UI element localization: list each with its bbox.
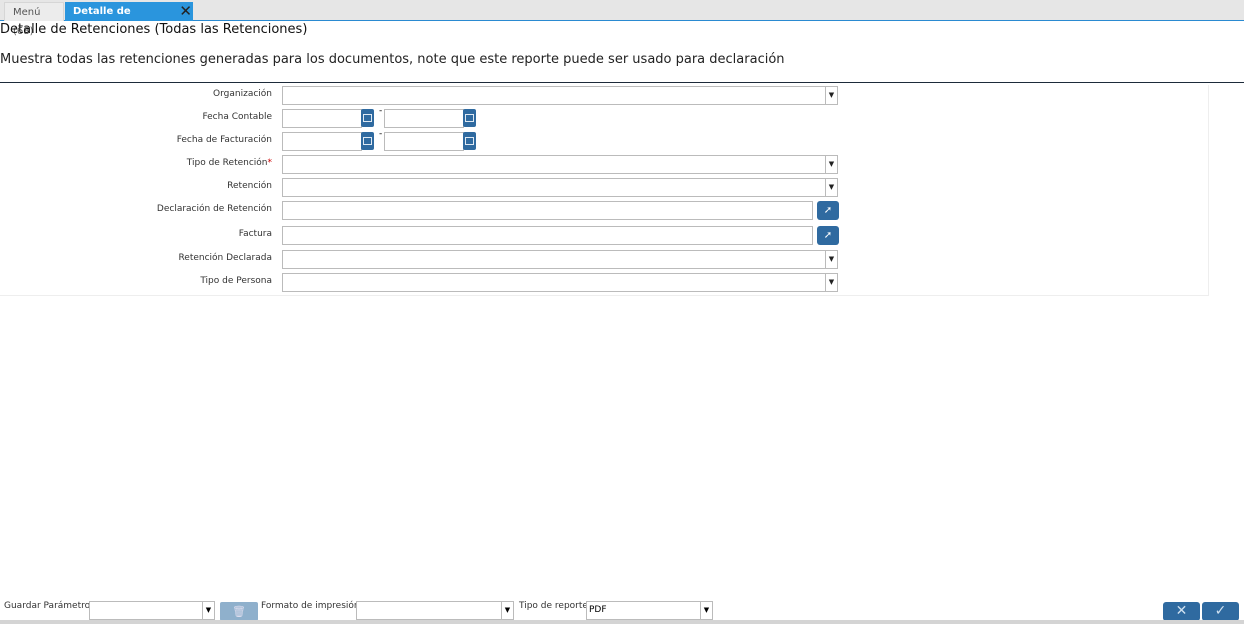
row-organizacion: Organización ▼ [0,86,1000,106]
formato-impresion-combo[interactable]: ▼ [356,601,514,620]
close-icon[interactable]: ✕ [179,2,192,21]
label-text: Tipo de Retención [186,158,268,168]
row-tipo-persona: Tipo de Persona ▼ [0,273,1000,293]
chevron-down-icon[interactable]: ▼ [700,602,712,619]
parameters-panel: Organización ▼ Fecha Contable - Fecha de… [0,85,1209,296]
check-icon: ✓ [1214,603,1227,619]
label-tipo-persona: Tipo de Persona [200,276,272,286]
search-lookup-icon[interactable]: ➚ [817,201,839,220]
retencion-combo[interactable]: ▼ [282,178,838,197]
fecha-facturacion-desde[interactable] [282,132,362,151]
label-tipo-retencion: Tipo de Retención* [187,158,272,168]
search-lookup-icon[interactable]: ➚ [817,226,839,245]
calendar-icon[interactable] [463,132,476,150]
factura-input[interactable] [282,226,813,245]
range-separator: - [379,129,383,139]
chevron-down-icon[interactable]: ▼ [825,156,837,173]
row-fecha-contable: Fecha Contable - [0,106,1000,129]
chevron-down-icon[interactable]: ▼ [825,251,837,268]
close-icon: ✕ [1175,603,1188,619]
label-fecha-facturacion: Fecha de Facturación [176,135,272,145]
label-organizacion: Organización [213,89,272,99]
divider [0,82,1244,83]
label-retencion-declarada: Retención Declarada [178,253,272,263]
row-factura: Factura ➚ [0,226,1000,246]
chevron-down-icon[interactable]: ▼ [825,87,837,104]
ok-button[interactable]: ✓ [1202,602,1239,621]
tab-bar: Menú (68) Detalle de Retenciones ✕ [0,0,1244,37]
label-tipo-reporte: Tipo de reporte [519,601,588,611]
guardar-parametro-combo[interactable]: ▼ [89,601,215,620]
tipo-retencion-combo[interactable]: ▼ [282,155,838,174]
declaracion-input[interactable] [282,201,813,220]
trash-icon: 🗑 [232,605,246,618]
calendar-icon[interactable] [361,132,374,150]
calendar-icon[interactable] [463,109,476,127]
required-mark: * [267,158,273,168]
fecha-contable-hasta[interactable] [384,109,464,128]
range-separator: - [379,106,383,116]
label-formato-impresion: Formato de impresión [261,601,360,611]
row-retencion: Retención ▼ [0,178,1000,198]
label-factura: Factura [238,229,272,239]
page-description: Muestra todas las retenciones generadas … [0,52,785,67]
status-bar [0,620,1244,624]
page-title: Detalle de Retenciones (Todas las Retenc… [0,22,308,37]
retencion-declarada-combo[interactable]: ▼ [282,250,838,269]
chevron-down-icon[interactable]: ▼ [501,602,513,619]
chevron-down-icon[interactable]: ▼ [825,274,837,291]
tab-menu[interactable]: Menú (68) [4,2,64,37]
row-declaracion: Declaración de Retención ➚ [0,201,1000,221]
calendar-icon[interactable] [361,109,374,127]
tipo-reporte-combo[interactable]: PDF ▼ [586,601,713,620]
fecha-contable-desde[interactable] [282,109,362,128]
chevron-down-icon[interactable]: ▼ [825,179,837,196]
tipo-reporte-value: PDF [589,605,607,615]
label-retencion: Retención [227,181,272,191]
label-fecha-contable: Fecha Contable [202,112,272,122]
organizacion-combo[interactable]: ▼ [282,86,838,105]
tab-detalle-retenciones[interactable]: Detalle de Retenciones ✕ [65,2,193,36]
label-declaracion: Declaración de Retención [156,204,272,214]
row-fecha-facturacion: Fecha de Facturación - [0,129,1000,152]
row-tipo-retencion: Tipo de Retención* ▼ [0,155,1000,175]
chevron-down-icon[interactable]: ▼ [202,602,214,619]
row-retencion-declarada: Retención Declarada ▼ [0,250,1000,270]
fecha-facturacion-hasta[interactable] [384,132,464,151]
delete-button[interactable]: 🗑 [220,602,258,621]
tipo-persona-combo[interactable]: ▼ [282,273,838,292]
label-guardar-parametro: Guardar Parámetro [4,601,91,611]
cancel-button[interactable]: ✕ [1163,602,1200,621]
